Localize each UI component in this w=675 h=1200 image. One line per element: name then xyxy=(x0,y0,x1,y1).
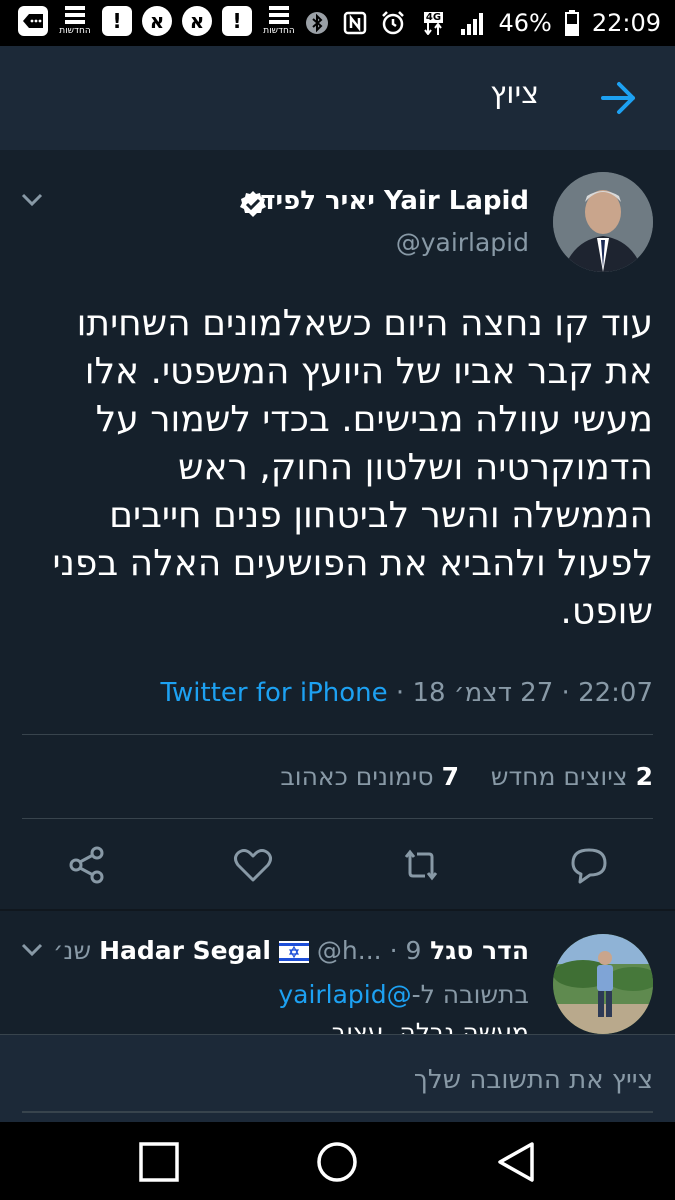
retweets-count: 2 xyxy=(635,762,653,791)
alarm-icon xyxy=(380,10,406,36)
alert-icon: ! xyxy=(222,6,252,36)
news-icon: החדשות xyxy=(262,6,296,36)
reply-header: הדר סגל Hadar Segal @h... · 9 שנ׳ xyxy=(53,936,529,965)
retweet-icon[interactable] xyxy=(400,844,442,886)
reply-text: מעשה נבלה, עצוב xyxy=(331,1018,529,1034)
divider xyxy=(22,734,653,735)
messages-icon xyxy=(18,6,48,36)
in-reply-handle-link[interactable]: @yairlapid xyxy=(278,980,411,1009)
avatar-image xyxy=(553,172,653,272)
back-nav-button[interactable] xyxy=(494,1140,538,1184)
likes-label: סימונים כאהוב xyxy=(280,762,434,791)
page-title: ציוץ xyxy=(490,76,539,111)
retweets-label: ציוצים מחדש xyxy=(490,762,628,791)
arrow-right-icon xyxy=(601,82,635,114)
news-label: החדשות xyxy=(263,26,295,36)
reply-handle: @h... xyxy=(316,936,382,965)
top-app-bar: ציוץ xyxy=(0,46,675,150)
battery-icon xyxy=(564,10,580,36)
meta-separator: · xyxy=(561,678,570,708)
divider xyxy=(22,818,653,819)
back-button[interactable] xyxy=(599,80,639,116)
tweet-source-link[interactable]: Twitter for iPhone xyxy=(160,678,387,708)
news-label: החדשות xyxy=(59,26,91,36)
like-icon[interactable] xyxy=(232,844,274,886)
verified-badge-icon xyxy=(240,191,266,217)
in-reply-to: בתשובה ל-@yairlapid xyxy=(278,980,529,1009)
meta-separator: · xyxy=(389,936,398,965)
meta-separator: · xyxy=(395,678,405,708)
recent-apps-button[interactable] xyxy=(137,1140,181,1184)
reply-input-placeholder[interactable]: צייץ את התשובה שלך xyxy=(414,1065,653,1095)
reply-icon[interactable] xyxy=(568,844,610,886)
tweet-date: 27 דצמ׳ 18 xyxy=(412,678,554,708)
network-label: 4G xyxy=(423,11,444,23)
alert-icon: ! xyxy=(102,6,132,36)
input-underline xyxy=(22,1111,653,1113)
tweet-actions xyxy=(0,838,675,894)
likes-count: 7 xyxy=(441,762,459,791)
author-name[interactable]: יאיר לפיד Yair Lapid xyxy=(260,186,529,216)
news-icon: החדשות xyxy=(58,6,92,36)
app-icon: א xyxy=(182,6,212,36)
reply-author-name[interactable]: הדר סגל Hadar Segal xyxy=(99,936,529,965)
clock: 22:09 xyxy=(591,9,661,37)
nfc-icon xyxy=(342,10,368,36)
tweet-time: 22:07 xyxy=(578,678,653,708)
section-separator xyxy=(0,909,675,911)
reply-composer[interactable]: צייץ את התשובה שלך xyxy=(0,1034,675,1122)
system-nav-bar xyxy=(0,1122,675,1200)
retweets-stat[interactable]: 2 ציוצים מחדש xyxy=(491,762,653,791)
network-icon: 4G xyxy=(418,10,448,36)
tweet-meta: 22:07 · 27 דצמ׳ 18 · Twitter for iPhone xyxy=(160,678,653,708)
in-reply-prefix: בתשובה ל- xyxy=(411,980,529,1009)
signal-icon xyxy=(460,10,486,36)
tweet-text: עוד קו נחצה היום כשאלמונים השחיתו את קבר… xyxy=(52,303,653,632)
notification-icons: החדשות ! א א ! החדשות xyxy=(18,6,296,36)
system-status: 4G 46% 22:09 xyxy=(304,0,661,46)
status-bar: החדשות ! א א ! החדשות 4G 46% 22:09 xyxy=(0,0,675,46)
chevron-down-icon[interactable] xyxy=(20,942,44,958)
israel-flag-icon xyxy=(278,941,309,963)
avatar-image xyxy=(553,934,653,1034)
bluetooth-icon xyxy=(304,10,330,36)
home-button[interactable] xyxy=(315,1140,359,1184)
author-avatar[interactable] xyxy=(553,172,653,272)
app-icon: א xyxy=(142,6,172,36)
likes-stat[interactable]: 7 סימונים כאהוב xyxy=(280,762,459,791)
chevron-down-icon[interactable] xyxy=(20,192,44,208)
author-handle: @yairlapid xyxy=(395,228,529,257)
tweet-stats: 2 ציוצים מחדש 7 סימונים כאהוב xyxy=(280,762,653,791)
share-icon[interactable] xyxy=(66,844,108,886)
reply-author-avatar[interactable] xyxy=(553,934,653,1034)
battery-percent: 46% xyxy=(498,9,552,37)
